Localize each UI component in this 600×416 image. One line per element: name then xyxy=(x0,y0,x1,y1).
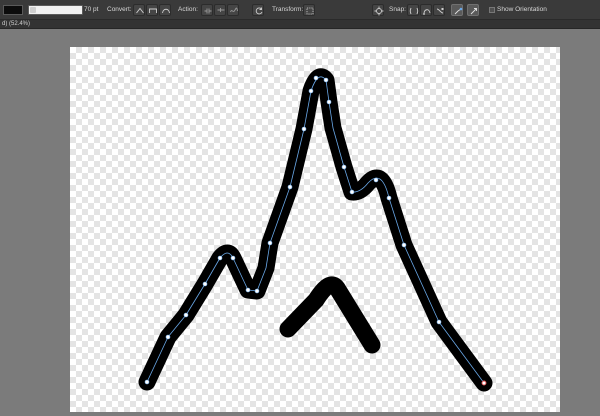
curve-node[interactable] xyxy=(287,184,293,190)
curve-node[interactable] xyxy=(165,334,171,340)
selected-curve-path xyxy=(146,76,485,384)
curve-node[interactable] xyxy=(326,99,332,105)
mountain-stroke[interactable] xyxy=(138,68,493,392)
curve-node[interactable] xyxy=(230,255,236,261)
curve-node[interactable] xyxy=(267,240,273,246)
inner-peak-stroke[interactable] xyxy=(279,276,381,354)
curve-node[interactable] xyxy=(202,281,208,287)
curve-node[interactable] xyxy=(401,242,407,248)
curve-node[interactable] xyxy=(308,88,314,94)
curve-node[interactable] xyxy=(323,77,329,83)
curve-node[interactable] xyxy=(436,319,442,325)
curve-node[interactable] xyxy=(373,177,379,183)
curve-node[interactable] xyxy=(144,379,150,385)
curve-node[interactable] xyxy=(341,164,347,170)
curve-node[interactable] xyxy=(301,126,307,132)
curve-node[interactable] xyxy=(183,312,189,318)
curve-node[interactable] xyxy=(217,255,223,261)
curve-node[interactable] xyxy=(313,75,319,81)
curve-node[interactable] xyxy=(254,288,260,294)
end-node[interactable] xyxy=(481,380,487,386)
drawing-layer xyxy=(138,68,493,392)
curve-node[interactable] xyxy=(386,195,392,201)
curve-node[interactable] xyxy=(349,189,355,195)
curve-node[interactable] xyxy=(245,287,251,293)
